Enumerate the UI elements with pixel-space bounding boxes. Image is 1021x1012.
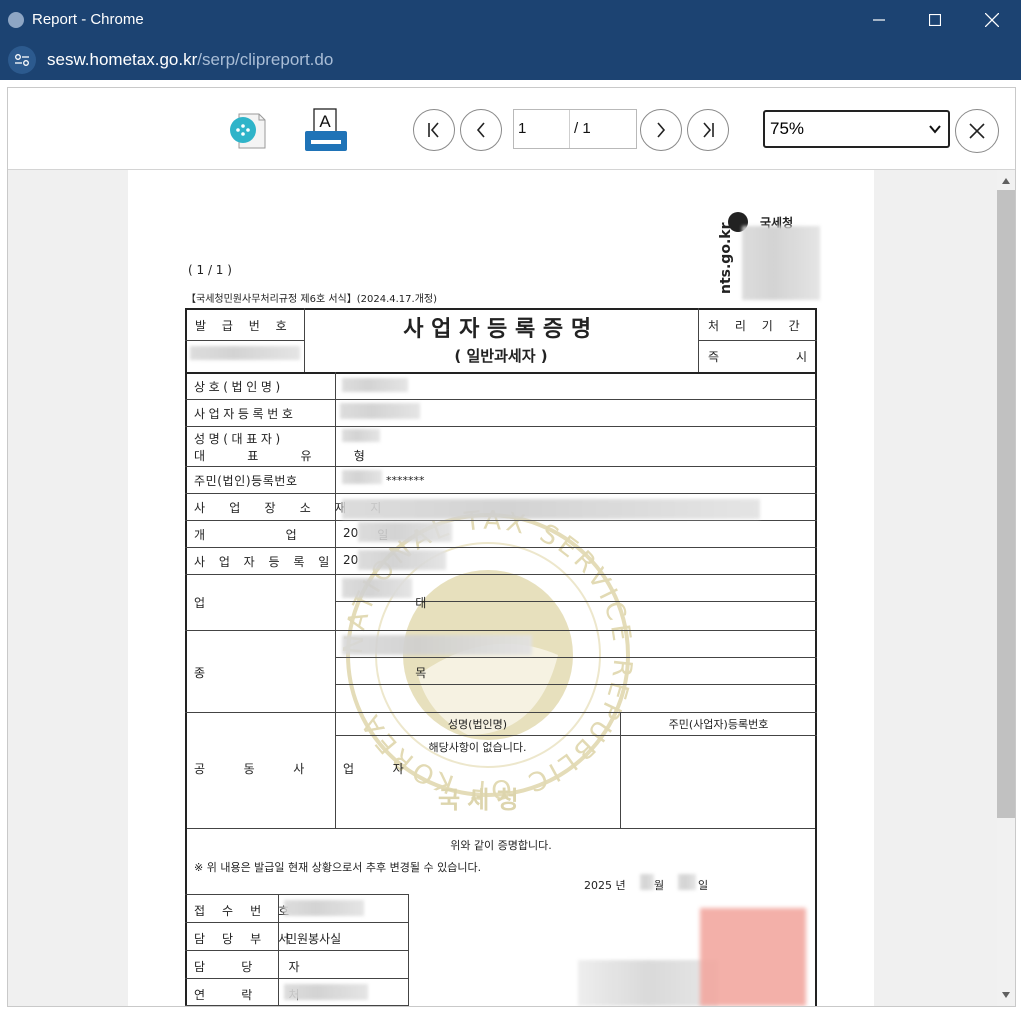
print-button[interactable]: A <box>302 106 350 154</box>
rep-type-label: 대 표 유 형 <box>194 449 385 463</box>
business-reg-no-label: 사업자등록번호 <box>194 407 297 421</box>
svg-text:A: A <box>319 112 331 131</box>
previous-page-button[interactable] <box>460 109 502 151</box>
officer-label: 담 당 자 <box>194 960 316 974</box>
url-host: sesw.hometax.go.kr <box>47 50 198 69</box>
date-month: 월 <box>654 879 665 892</box>
minimize-icon <box>873 19 885 21</box>
address-bar: sesw.hometax.go.kr/serp/clipreport.do <box>0 40 1021 80</box>
processing-value-right: 시 <box>796 350 808 364</box>
document-subtitle: ( 일반과세자 ) <box>454 347 548 365</box>
opening-date-redacted <box>358 522 452 542</box>
print-icon: A <box>305 108 347 151</box>
resident-no-label: 주민(법인)등록번호 <box>194 474 298 488</box>
resident-no-mask: ******* <box>386 474 425 487</box>
globe-icon <box>8 12 24 28</box>
close-icon <box>985 13 999 27</box>
last-page-button[interactable] <box>687 109 729 151</box>
co-id-header: 주민(사업자)등록번호 <box>668 718 769 731</box>
close-window-button[interactable] <box>963 0 1021 40</box>
viewer-toolbar: A 1 / 1 75% <box>8 88 1015 170</box>
current-page-input[interactable]: 1 <box>514 110 570 148</box>
chevron-right-icon <box>657 122 666 138</box>
receipt-no-redacted <box>284 900 364 916</box>
agency-site: nts.go.kr <box>718 222 734 294</box>
close-viewer-button[interactable] <box>955 109 999 153</box>
first-page-button[interactable] <box>413 109 455 151</box>
trade-name-redacted <box>342 378 408 392</box>
business-item-label: 종 목 <box>194 666 530 680</box>
co-business-label: 공 동 사 업 자 <box>194 762 422 776</box>
name-rep-redacted <box>342 429 380 442</box>
maximize-icon <box>929 14 941 26</box>
address-redacted <box>342 499 760 519</box>
url-path: /serp/clipreport.do <box>197 50 334 69</box>
business-type-redacted <box>342 578 412 598</box>
scroll-down-icon[interactable] <box>1002 992 1010 998</box>
date-day-redacted <box>678 874 696 890</box>
business-reg-no-redacted <box>340 403 420 419</box>
zoom-select[interactable]: 75% <box>763 110 950 148</box>
report-viewer: A 1 / 1 75% A TAX SERVICE REPUBLIC OF KO… <box>7 87 1016 1007</box>
co-none-text: 해당사항이 없습니다. <box>428 741 527 754</box>
issue-no-label: 발 급 번 호 <box>195 319 293 333</box>
resident-no-redacted <box>342 470 382 484</box>
export-button[interactable] <box>225 108 269 152</box>
window-title: Report - Chrome <box>32 11 144 28</box>
url-text[interactable]: sesw.hometax.go.kr/serp/clipreport.do <box>47 50 333 70</box>
export-icon <box>230 113 266 149</box>
name-rep-label: 성명(대표자) <box>194 432 284 446</box>
trade-name-label: 상호(법인명) <box>194 380 284 394</box>
vertical-scrollbar[interactable] <box>997 170 1015 1006</box>
form-reference: 【국세청민원사무처리규정 제6호 서식】(2024.4.17.개정) <box>186 294 437 305</box>
scroll-up-icon[interactable] <box>1002 178 1010 184</box>
maximize-button[interactable] <box>906 0 964 40</box>
page-indicator: ( 1 / 1 ) <box>188 263 232 277</box>
seal-text: 국세청 <box>438 786 526 814</box>
document-area: NATIONAL TAX SERVICE REPUBLIC OF KOREA 국… <box>8 170 997 1006</box>
site-info-icon[interactable] <box>8 46 36 74</box>
opening-date-prefix: 20 <box>343 526 359 540</box>
title-bar: Report - Chrome <box>0 0 1021 40</box>
scrollbar-thumb[interactable] <box>997 190 1015 818</box>
official-stamp <box>700 908 806 1006</box>
total-pages: / 1 <box>574 120 591 137</box>
date-day: 일 <box>698 879 709 892</box>
co-name-header: 성명(법인명) <box>447 718 508 731</box>
note-text: ※ 위 내용은 발급일 현재 상황으로서 추후 변경될 수 있습니다. <box>194 861 482 874</box>
processing-label: 처 리 기 간 <box>708 319 806 333</box>
document-page: NATIONAL TAX SERVICE REPUBLIC OF KOREA 국… <box>128 170 874 1006</box>
reg-date-label: 사업자등록일 <box>194 555 344 569</box>
processing-value-left: 즉 <box>708 350 720 364</box>
reg-date-prefix: 20 <box>343 553 359 567</box>
qr-code-redacted <box>742 226 820 300</box>
date-year: 2025 년 <box>584 879 626 892</box>
chevron-down-icon <box>929 125 941 134</box>
minimize-button[interactable] <box>850 0 908 40</box>
dept-value: 민원봉사실 <box>286 932 342 946</box>
issuer-name-redacted <box>578 960 718 1006</box>
chevron-left-icon <box>476 122 485 138</box>
issue-no-redacted <box>190 346 300 360</box>
receipt-no-label: 접 수 번 호 <box>194 904 296 918</box>
last-page-icon <box>703 122 714 138</box>
date-month-redacted <box>640 874 654 890</box>
reg-date-redacted <box>358 550 446 570</box>
document-title: 사업자등록증명 <box>403 317 599 342</box>
contact-redacted <box>284 984 368 1000</box>
page-number-box: 1 / 1 <box>513 109 637 149</box>
business-item-redacted <box>342 635 532 655</box>
certify-text: 위와 같이 증명합니다. <box>450 839 552 852</box>
close-icon <box>969 123 985 139</box>
first-page-icon <box>428 122 439 138</box>
next-page-button[interactable] <box>640 109 682 151</box>
zoom-value: 75% <box>770 119 805 138</box>
dept-label: 담 당 부 서 <box>194 932 296 946</box>
